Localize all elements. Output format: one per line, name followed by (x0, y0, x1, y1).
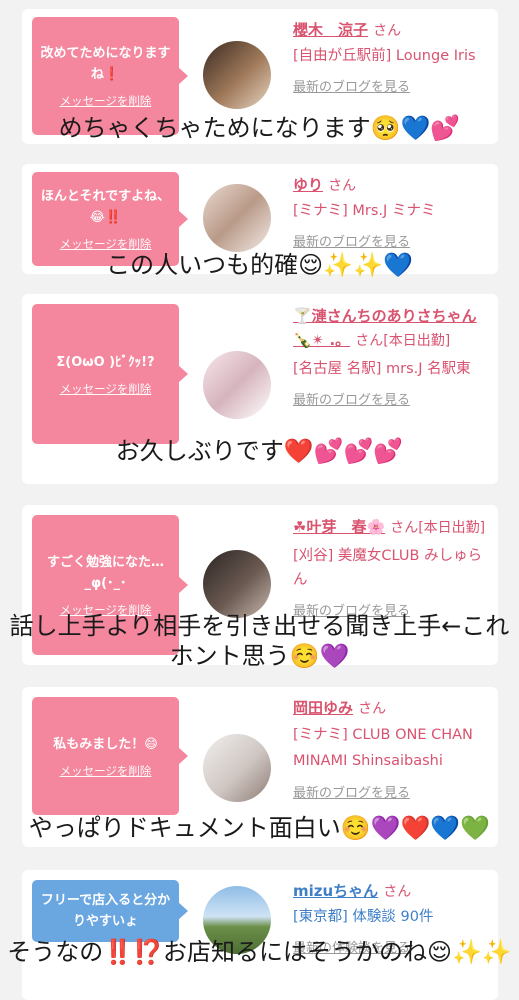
user-info: 櫻木 涼子 さん [自由が丘駅前] Lounge Iris 最新のブログを見る (293, 19, 489, 95)
user-info: 岡田ゆみ さん [ミナミ] CLUB ONE CHAN MINAMI Shins… (293, 697, 489, 801)
message-text: Σ(OωO )ﾋﾞｸｯ!? (56, 354, 155, 370)
message-text: 私もみました！😄 (53, 736, 158, 752)
shop-info: [ミナミ] CLUB ONE CHAN MINAMI Shinsaibashi (293, 727, 473, 769)
user-info: 🍸漣さんちのありさちゃん🍾✴︎ .。 さん[本日出勤] [名古屋 名駅] mrs… (293, 304, 489, 408)
avatar[interactable] (203, 184, 271, 252)
avatar[interactable] (203, 41, 271, 109)
message-text: すごく勉強になた…_φ(･_･ (46, 555, 164, 591)
shop-info: [自由が丘駅前] Lounge Iris (293, 48, 476, 64)
blog-link[interactable]: 最新のブログを見る (293, 231, 489, 250)
blog-link[interactable]: 最新のブログを見る (293, 389, 489, 408)
message-bubble: フリーで店入ると分かりやすいょ (32, 880, 188, 942)
delete-message-link[interactable]: メッセージを削除 (60, 93, 152, 109)
user-name-link[interactable]: ゆり (293, 176, 323, 194)
user-name-link[interactable]: 岡田ゆみ (293, 699, 353, 717)
delete-message-link[interactable]: メッセージを削除 (60, 381, 152, 397)
message-bubble: Σ(OωO )ﾋﾞｸｯ!? メッセージを削除 (32, 304, 188, 444)
shop-info: [ミナミ] Mrs.J ミナミ (293, 203, 436, 219)
user-info: ☘叶芽 春🌸 さん[本日出勤] [刈谷] 美魔女CLUB みしゅらん 最新のブロ… (293, 515, 489, 619)
avatar[interactable] (203, 550, 271, 618)
user-name-link[interactable]: ☘叶芽 春🌸 (293, 518, 385, 536)
shop-info: [刈谷] 美魔女CLUB みしゅらん (293, 548, 483, 588)
blog-link[interactable]: 最新のブログを見る (293, 76, 489, 95)
honorific: さん (358, 701, 387, 717)
honorific: さん (373, 23, 402, 39)
message-text: 改めてためになりますね❗ (40, 46, 171, 82)
blog-link[interactable]: 最新のブログを見る (293, 782, 489, 801)
overlay-caption: お久しぶりです❤️💕💕💕 (115, 437, 404, 465)
delete-message-link[interactable]: メッセージを削除 (60, 763, 152, 779)
review-info: [東京都] 体験談 90件 (293, 909, 434, 925)
user-name-link[interactable]: mizuちゃん (293, 882, 378, 900)
overlay-caption: そうなの‼️⁉️お店知るにはそうかのね😌✨✨ (7, 938, 512, 966)
avatar[interactable] (203, 734, 271, 802)
message-bubble: 私もみました！😄 メッセージを削除 (32, 697, 188, 815)
user-name-link[interactable]: 櫻木 涼子 (293, 21, 368, 39)
honorific: さん (328, 178, 357, 194)
user-info: ゆり さん [ミナミ] Mrs.J ミナミ 最新のブログを見る (293, 174, 489, 250)
overlay-caption: 話し上手より相手を引き出せる聞き上手←これホント思う☺️💜 (9, 612, 510, 670)
comment-card: フリーで店入ると分かりやすいょ mizuちゃん さん [東京都] 体験談 90件… (22, 870, 498, 1000)
overlay-caption: めちゃくちゃためになります🥺💙💕 (58, 114, 461, 142)
honorific: さん[本日出勤] (355, 333, 451, 349)
shop-info: [名古屋 名駅] mrs.J 名駅東 (293, 361, 471, 377)
message-text: ほんとそれですよね、😂‼️ (40, 189, 171, 225)
honorific: さん (383, 884, 412, 900)
honorific: さん[本日出勤] (390, 520, 486, 536)
overlay-caption: この人いつも的確😌✨✨💙 (106, 251, 413, 279)
overlay-caption: やっぱりドキュメント面白い☺️💜❤️💙💚 (28, 814, 491, 842)
avatar[interactable] (203, 351, 271, 419)
message-text: フリーで店入ると分かりやすいょ (40, 893, 171, 929)
